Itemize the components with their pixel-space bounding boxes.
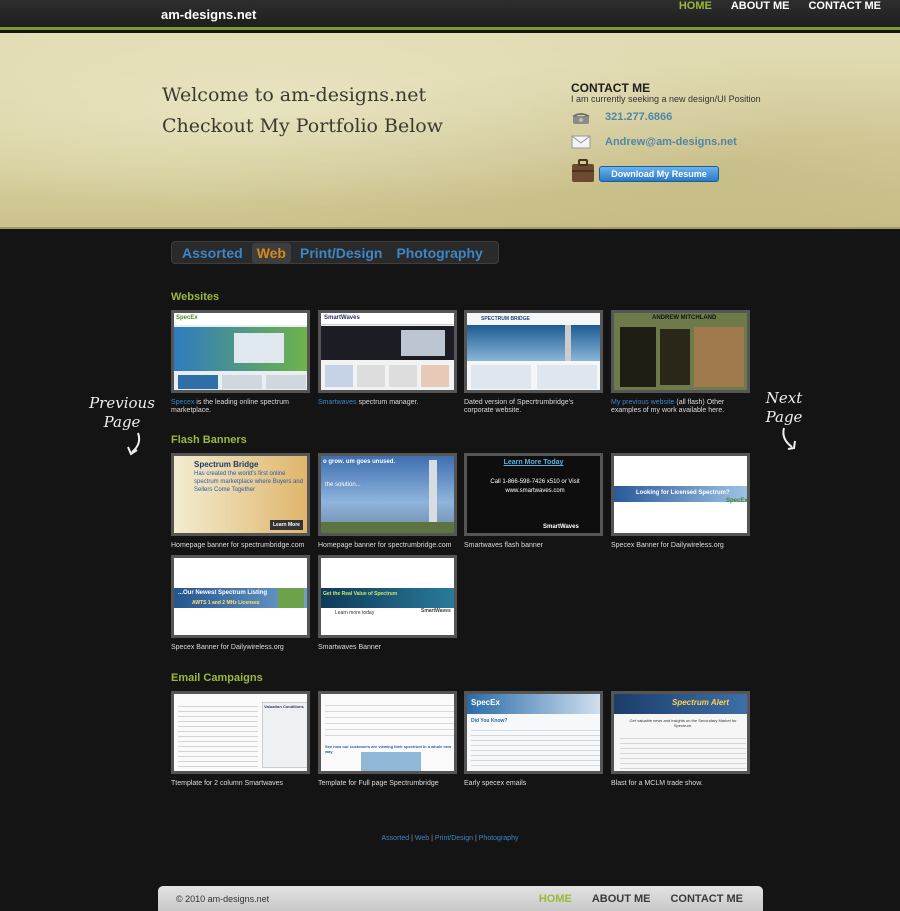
tab-print-design[interactable]: Print/Design [295, 243, 387, 263]
thumb-email-2[interactable]: See how our customers are viewing their … [318, 691, 457, 774]
welcome-text: Welcome to am-designs.net Checkout My Po… [162, 80, 443, 142]
specex-link[interactable]: Specex [171, 399, 194, 406]
thumb-flash-3[interactable]: Learn More Today Call 1-866-598-7426 x51… [464, 453, 603, 536]
screenshot-email-smartwaves: Valuation Conditions [174, 694, 307, 771]
section-title-flash-banners: Flash Banners [171, 434, 247, 446]
top-nav: HOME ABOUT ME CONTACT ME [679, 0, 900, 30]
caption-email-2: Template for Full page Spectrumbridge [318, 780, 439, 787]
tab-assorted[interactable]: Assorted [177, 243, 248, 263]
screenshot-flash-smartwaves-banner: Get the Real Value of Spectrum Learn mor… [321, 558, 454, 635]
nav-home[interactable]: HOME [679, 0, 712, 30]
thumb-flash-5[interactable]: ...Our Newest Spectrum Listing AWTS 1 an… [171, 555, 310, 638]
screenshot-flash-tower: o grow. um goes unused. the solution... [321, 456, 454, 533]
screenshot-email-spectrum-alert: Spectrum Alert Get valuable news and ins… [614, 694, 747, 771]
resume-download[interactable]: Download My Resume [571, 159, 719, 188]
section-title-email-campaigns: Email Campaigns [171, 672, 263, 684]
caption-flash-6: Smartwaves Banner [318, 644, 382, 651]
portfolio-line: Checkout My Portfolio Below [162, 115, 444, 137]
email-row: Andrew@am-designs.net [571, 135, 737, 149]
copyright-text: © 2010 am-designs.net [176, 894, 270, 904]
caption-flash-2: Homepage banner for spectrumbridge.com [318, 542, 452, 549]
download-resume-button[interactable]: Download My Resume [599, 165, 719, 182]
caption-email-4: Blast for a MCLM trade show. [611, 780, 703, 787]
hero-banner: Welcome to am-designs.net Checkout My Po… [0, 33, 900, 229]
briefcase-icon [571, 159, 595, 188]
welcome-line: Welcome to am-designs.net [162, 84, 427, 106]
screenshot-previous-website: ANDREW MITCHLAND [614, 313, 747, 390]
envelope-icon [571, 135, 591, 149]
thumb-flash-6[interactable]: Get the Real Value of Spectrum Learn mor… [318, 555, 457, 638]
bottom-link-web[interactable]: Web [415, 835, 429, 842]
phone-row: 321.277.6866 [571, 110, 672, 124]
screenshot-flash-spectrumbridge: Spectrum Bridge Has created the world's … [174, 456, 307, 533]
footer-nav: HOME ABOUT ME CONTACT ME [539, 886, 763, 911]
phone-number[interactable]: 321.277.6866 [605, 111, 672, 123]
tab-web[interactable]: Web [251, 242, 291, 263]
thumb-spectrumbridge-site[interactable]: SPECTRUM BRIDGE [464, 310, 603, 393]
footer-nav-home[interactable]: HOME [539, 886, 572, 911]
caption-flash-4: Specex Banner for Dailywireless.org [611, 542, 724, 549]
section-title-websites: Websites [171, 291, 220, 303]
caption-email-1: Ttemplate for 2 column Smartwaves [171, 780, 284, 787]
contact-subtitle: I am currently seeking a new design/UI P… [571, 94, 761, 104]
footer-bar: © 2010 am-designs.net HOME ABOUT ME CONT… [158, 886, 763, 911]
thumb-flash-4[interactable]: Looking for Licensed Spectrum? SpecEx [611, 453, 750, 536]
nav-contact-me[interactable]: CONTACT ME [808, 0, 881, 30]
next-page-label: Next Page [765, 389, 803, 426]
footer-nav-contact-me[interactable]: CONTACT ME [670, 886, 743, 911]
bottom-link-assorted[interactable]: Assorted [382, 835, 410, 842]
email-address[interactable]: Andrew@am-designs.net [605, 136, 737, 148]
previous-page-link[interactable]: Previous Page [88, 394, 156, 463]
next-page-link[interactable]: Next Page [754, 389, 814, 458]
screenshot-smartwaves: SmartWaves [321, 313, 454, 390]
thumb-previous-website[interactable]: ANDREW MITCHLAND [611, 310, 750, 393]
top-nav-bar: am-designs.net HOME ABOUT ME CONTACT ME [0, 0, 900, 30]
tab-photography[interactable]: Photography [391, 243, 487, 263]
thumb-email-1[interactable]: Valuation Conditions [171, 691, 310, 774]
bottom-link-print-design[interactable]: Print/Design [435, 835, 473, 842]
caption-spectrumbridge: Dated version of Specrtrumbridge's corpo… [464, 399, 574, 414]
thumb-smartwaves-site[interactable]: SmartWaves [318, 310, 457, 393]
thumb-email-4[interactable]: Spectrum Alert Get valuable news and ins… [611, 691, 750, 774]
caption-smartwaves: Smartwaves spectrum manager. [318, 399, 419, 406]
screenshot-email-spectrumbridge: See how our customers are viewing their … [321, 694, 454, 771]
footer-nav-about-me[interactable]: ABOUT ME [592, 886, 651, 911]
caption-previous-website: My previous website (all flash) Other ex… [611, 399, 725, 414]
screenshot-flash-specex: Looking for Licensed Spectrum? SpecEx [614, 456, 747, 533]
curved-arrow-down-icon [127, 432, 141, 456]
screenshot-spectrumbridge: SPECTRUM BRIDGE [467, 313, 600, 390]
caption-specex: Specex is the leading online spectrum ma… [171, 399, 289, 414]
screenshot-specex: SpecEx [174, 313, 307, 390]
bottom-category-links: Assorted | Web | Print/Design | Photogra… [381, 835, 519, 842]
curved-arrow-down-icon [782, 427, 796, 450]
caption-flash-1: Homepage banner for spectrumbridge.com [171, 542, 305, 549]
caption-flash-3: Smartwaves flash banner [464, 542, 543, 549]
screenshot-flash-smartwaves: Learn More Today Call 1-866-598-7426 x51… [467, 456, 600, 533]
phone-icon [571, 110, 591, 124]
thumb-flash-1[interactable]: Spectrum Bridge Has created the world's … [171, 453, 310, 536]
caption-email-3: Early specex emails [464, 780, 527, 787]
thumb-specex-site[interactable]: SpecEx [171, 310, 310, 393]
caption-flash-5: Specex Banner for Dailywireless.org [171, 644, 284, 651]
screenshot-flash-dailywireless: ...Our Newest Spectrum Listing AWTS 1 an… [174, 558, 307, 635]
nav-about-me[interactable]: ABOUT ME [731, 0, 790, 30]
contact-title: CONTACT ME [571, 81, 651, 95]
smartwaves-link[interactable]: Smartwaves [318, 399, 357, 406]
category-tabs: Assorted Web Print/Design Photography [171, 241, 499, 264]
thumb-email-3[interactable]: SpecEx Did You Know? [464, 691, 603, 774]
bottom-link-photography[interactable]: Photography [479, 835, 519, 842]
site-logo[interactable]: am-designs.net [161, 7, 256, 22]
screenshot-email-specex: SpecEx Did You Know? [467, 694, 600, 771]
thumb-flash-2[interactable]: o grow. um goes unused. the solution... [318, 453, 457, 536]
previous-website-link[interactable]: My previous website [611, 399, 674, 406]
previous-page-label: Previous Page [89, 394, 155, 431]
